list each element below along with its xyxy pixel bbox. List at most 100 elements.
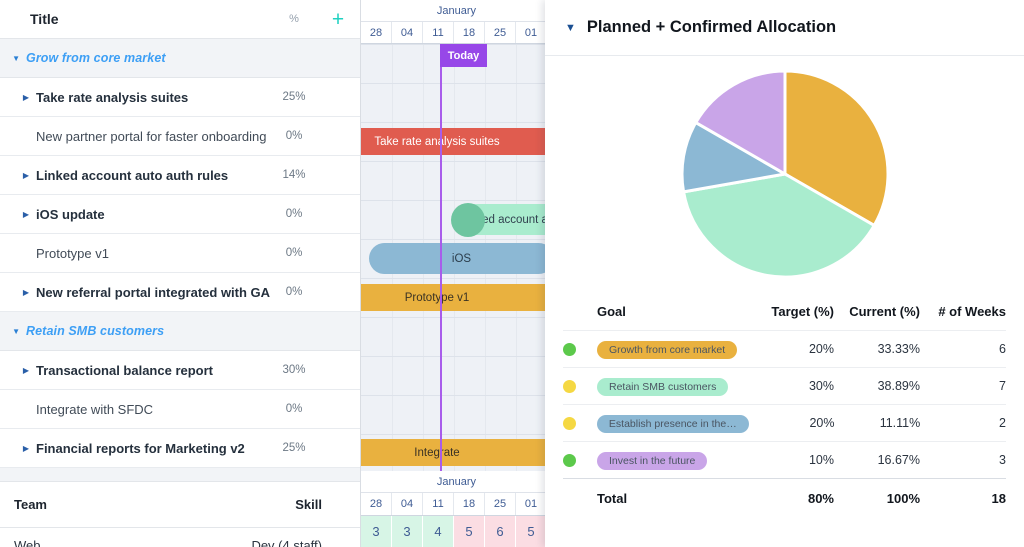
add-task-button[interactable]: + (316, 9, 360, 30)
task-row[interactable]: ▶New referral portal integrated with GA0… (0, 273, 360, 312)
caret-right-icon[interactable]: ▶ (0, 288, 36, 297)
gantt-bar[interactable]: Integrate (361, 439, 552, 466)
total-label: Total (597, 491, 748, 506)
column-header-weeks: # of Weeks (920, 304, 1006, 319)
weeks-cell: 3 (920, 453, 1006, 467)
gantt-capacity-cell: 5 (516, 516, 547, 547)
caret-right-icon[interactable]: ▶ (0, 93, 36, 102)
caret-down-icon[interactable]: ▼ (0, 54, 26, 63)
gantt-day-header: 280411182501 (361, 22, 552, 44)
allocation-total-row: Total 80% 100% 18 (563, 478, 1006, 518)
team-rows: WebDev (4 staff) (0, 528, 360, 547)
status-badge (563, 380, 597, 393)
team-row[interactable]: WebDev (4 staff) (0, 528, 360, 547)
task-row[interactable]: Integrate with SFDC0% (0, 390, 360, 429)
task-percent: 0% (272, 130, 316, 142)
column-header-title: Title (0, 11, 272, 27)
caret-right-icon[interactable]: ▶ (0, 210, 36, 219)
gantt-timeline[interactable]: January 280411182501 Take rate analysis … (361, 0, 552, 547)
task-percent: 25% (272, 442, 316, 454)
goal-pill[interactable]: Invest in the future (597, 452, 707, 470)
team-skill: Dev (4 staff) (251, 538, 360, 547)
task-percent: 14% (272, 169, 316, 181)
task-group-row[interactable]: ▼Grow from core market (0, 39, 360, 78)
gantt-bar[interactable]: Prototype v1 (361, 284, 552, 311)
allocation-table-header: Goal Target (%) Current (%) # of Weeks (563, 292, 1006, 330)
allocation-row[interactable]: Retain SMB customers30%38.89%7 (563, 367, 1006, 404)
task-row[interactable]: ▶Linked account auto auth rules14% (0, 156, 360, 195)
gantt-capacity-cell: 4 (423, 516, 454, 547)
gantt-day-tick: 11 (423, 493, 454, 515)
current-cell: 16.67% (834, 453, 920, 467)
target-cell: 10% (748, 453, 834, 467)
gantt-day-tick: 18 (454, 22, 485, 43)
task-list-panel: Title % + ▼Grow from core market▶Take ra… (0, 0, 361, 547)
gantt-day-tick: 25 (485, 493, 516, 515)
task-list-header: Title % + (0, 0, 360, 39)
allocation-dashboard: Title % + ▼Grow from core market▶Take ra… (0, 0, 1024, 547)
gantt-day-tick: 04 (392, 493, 423, 515)
team-name: Web (0, 538, 251, 547)
task-percent: 25% (272, 91, 316, 103)
caret-right-icon[interactable]: ▶ (0, 444, 36, 453)
caret-right-icon[interactable]: ▶ (0, 366, 36, 375)
caret-down-icon[interactable]: ▼ (0, 327, 26, 336)
weeks-cell: 6 (920, 342, 1006, 356)
allocation-row[interactable]: Establish presence in the…20%11.11%2 (563, 404, 1006, 441)
gantt-day-tick: 01 (516, 22, 547, 43)
task-label: Integrate with SFDC (36, 402, 272, 417)
task-label: iOS update (36, 207, 272, 222)
task-row[interactable]: New partner portal for faster onboarding… (0, 117, 360, 156)
total-current: 100% (834, 491, 920, 506)
task-row[interactable]: Prototype v10% (0, 234, 360, 273)
gantt-day-tick: 04 (392, 22, 423, 43)
task-row[interactable]: ▶Take rate analysis suites25% (0, 78, 360, 117)
column-header-goal: Goal (597, 304, 748, 319)
task-list-rows: ▼Grow from core market▶Take rate analysi… (0, 39, 360, 468)
caret-right-icon[interactable]: ▶ (0, 171, 36, 180)
task-row[interactable]: ▶iOS update0% (0, 195, 360, 234)
gantt-row-separator (361, 278, 552, 279)
task-label: Financial reports for Marketing v2 (36, 441, 272, 456)
goal-cell: Invest in the future (597, 451, 748, 470)
gantt-row-separator (361, 122, 552, 123)
gantt-bar-label: Prototype v1 (361, 292, 552, 304)
gantt-body[interactable]: Take rate analysis suites Linked account … (361, 44, 552, 471)
gantt-day-tick: 28 (361, 22, 392, 43)
gantt-day-tick: 28 (361, 493, 392, 515)
allocation-panel: ▼ Planned + Confirmed Allocation Goal Ta… (545, 0, 1024, 547)
gantt-capacity-cell: 5 (454, 516, 485, 547)
task-group-row[interactable]: ▼Retain SMB customers (0, 312, 360, 351)
task-row[interactable]: ▶Transactional balance report30% (0, 351, 360, 390)
task-group-label: Grow from core market (26, 51, 166, 65)
status-badge (563, 454, 597, 467)
gantt-bar[interactable]: iOS (369, 243, 552, 274)
goal-pill[interactable]: Growth from core market (597, 341, 737, 359)
column-header-skill: Skill (295, 497, 360, 512)
goal-pill[interactable]: Establish presence in the… (597, 415, 749, 433)
gantt-row-separator (361, 161, 552, 162)
panel-title: Planned + Confirmed Allocation (587, 18, 836, 37)
allocation-row[interactable]: Growth from core market20%33.33%6 (563, 330, 1006, 367)
allocation-row[interactable]: Invest in the future 10%16.67%3 (563, 441, 1006, 478)
goal-cell: Retain SMB customers (597, 377, 748, 396)
gantt-day-tick: 01 (516, 493, 547, 515)
gantt-day-tick: 18 (454, 493, 485, 515)
column-header-team: Team (0, 497, 295, 512)
task-percent: 0% (272, 208, 316, 220)
goal-cell: Establish presence in the… (597, 414, 749, 433)
gantt-bar[interactable]: Linked account auto auth rules (461, 204, 552, 235)
total-target: 80% (748, 491, 834, 506)
goal-pill[interactable]: Retain SMB customers (597, 378, 728, 396)
task-row[interactable]: ▶Financial reports for Marketing v225% (0, 429, 360, 468)
allocation-panel-header[interactable]: ▼ Planned + Confirmed Allocation (545, 0, 1024, 56)
chevron-down-icon[interactable]: ▼ (565, 22, 576, 34)
gantt-day-tick: 11 (423, 22, 454, 43)
current-cell: 11.11% (834, 416, 920, 430)
gantt-row-separator (361, 44, 552, 45)
target-cell: 20% (748, 342, 834, 356)
gantt-bar[interactable]: Take rate analysis suites (361, 128, 551, 155)
allocation-pie-chart (677, 66, 893, 282)
gantt-row-separator (361, 83, 552, 84)
target-cell: 30% (748, 379, 834, 393)
